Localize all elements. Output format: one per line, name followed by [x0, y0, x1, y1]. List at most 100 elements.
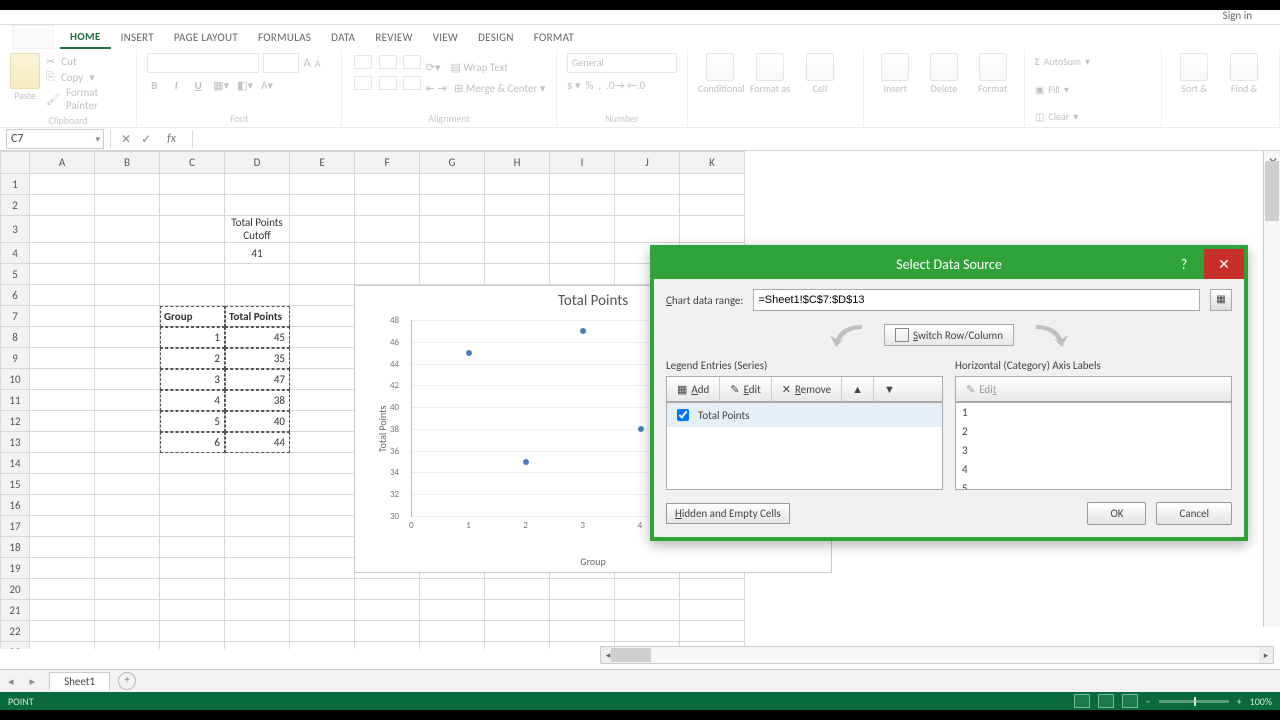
- cell-E2[interactable]: [290, 195, 355, 216]
- cell-D13[interactable]: 44: [225, 432, 290, 453]
- fill-button[interactable]: ▣Fill▾: [1035, 83, 1151, 96]
- align-top-button[interactable]: [354, 55, 372, 69]
- cell-D12[interactable]: 40: [225, 411, 290, 432]
- cell-C3[interactable]: [160, 216, 225, 243]
- font-selector[interactable]: [147, 53, 259, 73]
- cell-C22[interactable]: [160, 621, 225, 642]
- cell-E3[interactable]: [290, 216, 355, 243]
- cell-I5[interactable]: [550, 264, 615, 285]
- series-edit-button[interactable]: ✎Edit: [720, 377, 771, 401]
- cell-B2[interactable]: [95, 195, 160, 216]
- cell-I3[interactable]: [550, 216, 615, 243]
- zoom-in-button[interactable]: +: [1237, 695, 1242, 708]
- cell-D1[interactable]: [225, 174, 290, 195]
- cell-C8[interactable]: 1: [160, 327, 225, 348]
- dialog-titlebar[interactable]: Select Data Source ? ✕: [654, 249, 1244, 279]
- italic-button[interactable]: I: [169, 79, 183, 92]
- cell-F21[interactable]: [355, 600, 420, 621]
- axis-label-item[interactable]: 2: [956, 422, 1231, 441]
- cell-C11[interactable]: 4: [160, 390, 225, 411]
- zoom-out-button[interactable]: −: [1146, 695, 1151, 708]
- col-header-J[interactable]: J: [615, 152, 680, 174]
- cell-I20[interactable]: [550, 579, 615, 600]
- cell-A15[interactable]: [30, 474, 95, 495]
- cell-C2[interactable]: [160, 195, 225, 216]
- zoom-level[interactable]: 100%: [1250, 695, 1272, 708]
- cell-A11[interactable]: [30, 390, 95, 411]
- cell-D3[interactable]: Total Points Cutoff: [225, 216, 290, 243]
- cell-B19[interactable]: [95, 558, 160, 579]
- cell-D22[interactable]: [225, 621, 290, 642]
- cell-B12[interactable]: [95, 411, 160, 432]
- row-header-17[interactable]: 17: [1, 516, 30, 537]
- series-move-up-button[interactable]: ▲: [842, 377, 874, 401]
- align-center-button[interactable]: [379, 76, 397, 90]
- cell-A13[interactable]: [30, 432, 95, 453]
- cell-D23[interactable]: [225, 642, 290, 650]
- cell-A23[interactable]: [30, 642, 95, 650]
- name-box[interactable]: C7: [6, 129, 104, 149]
- hscroll-right[interactable]: ▸: [1259, 647, 1273, 663]
- cell-A10[interactable]: [30, 369, 95, 390]
- series-item[interactable]: Total Points: [667, 403, 942, 427]
- cell-A1[interactable]: [30, 174, 95, 195]
- cell-B20[interactable]: [95, 579, 160, 600]
- axis-label-item[interactable]: 3: [956, 441, 1231, 460]
- copy-button[interactable]: ⎘Copy▾: [46, 70, 126, 84]
- cell-D6[interactable]: [225, 285, 290, 306]
- row-header-1[interactable]: 1: [1, 174, 30, 195]
- cell-D4[interactable]: 41: [225, 243, 290, 264]
- cell-E11[interactable]: [290, 390, 355, 411]
- cell-A9[interactable]: [30, 348, 95, 369]
- row-header-18[interactable]: 18: [1, 537, 30, 558]
- cell-C20[interactable]: [160, 579, 225, 600]
- axis-label-item[interactable]: 4: [956, 460, 1231, 479]
- cell-E7[interactable]: [290, 306, 355, 327]
- tab-data[interactable]: DATA: [321, 27, 365, 48]
- col-header-F[interactable]: F: [355, 152, 420, 174]
- fill-color-button[interactable]: ◧▾: [237, 79, 253, 92]
- series-move-down-button[interactable]: ▼: [874, 377, 905, 401]
- cell-J2[interactable]: [615, 195, 680, 216]
- cell-A22[interactable]: [30, 621, 95, 642]
- row-header-4[interactable]: 4: [1, 243, 30, 264]
- formula-input[interactable]: [193, 130, 1280, 148]
- cell-H5[interactable]: [485, 264, 550, 285]
- cell-D14[interactable]: [225, 453, 290, 474]
- shrink-font-icon[interactable]: A: [315, 57, 321, 70]
- tab-pagelayout[interactable]: PAGE LAYOUT: [164, 27, 248, 48]
- cell-D18[interactable]: [225, 537, 290, 558]
- cell-E16[interactable]: [290, 495, 355, 516]
- cell-C16[interactable]: [160, 495, 225, 516]
- format-as-table-button[interactable]: Format as: [748, 53, 792, 94]
- cell-H1[interactable]: [485, 174, 550, 195]
- cell-F1[interactable]: [355, 174, 420, 195]
- cell-B14[interactable]: [95, 453, 160, 474]
- cell-E1[interactable]: [290, 174, 355, 195]
- dialog-close-button[interactable]: ✕: [1204, 249, 1244, 279]
- cell-C21[interactable]: [160, 600, 225, 621]
- enter-formula-button[interactable]: ✓: [141, 132, 151, 147]
- worksheet-area[interactable]: ABCDEFGHIJK123Total Points Cutoff441567G…: [0, 151, 1280, 649]
- cell-E8[interactable]: [290, 327, 355, 348]
- number-format-selector[interactable]: General: [567, 53, 677, 73]
- cell-D11[interactable]: 38: [225, 390, 290, 411]
- cell-G23[interactable]: [420, 642, 485, 650]
- row-header-3[interactable]: 3: [1, 216, 30, 243]
- cell-C6[interactable]: [160, 285, 225, 306]
- cell-C13[interactable]: 6: [160, 432, 225, 453]
- cell-A3[interactable]: [30, 216, 95, 243]
- cell-K1[interactable]: [680, 174, 745, 195]
- normal-view-button[interactable]: [1074, 694, 1090, 708]
- cell-C18[interactable]: [160, 537, 225, 558]
- row-header-5[interactable]: 5: [1, 264, 30, 285]
- orientation-button[interactable]: ⟳▾: [426, 61, 441, 74]
- cell-I2[interactable]: [550, 195, 615, 216]
- cell-H3[interactable]: [485, 216, 550, 243]
- cell-D7[interactable]: Total Points: [225, 306, 290, 327]
- row-header-8[interactable]: 8: [1, 327, 30, 348]
- cell-C10[interactable]: 3: [160, 369, 225, 390]
- chart-data-range-input[interactable]: [753, 289, 1200, 311]
- cell-E17[interactable]: [290, 516, 355, 537]
- font-color-button[interactable]: A▾: [261, 79, 273, 92]
